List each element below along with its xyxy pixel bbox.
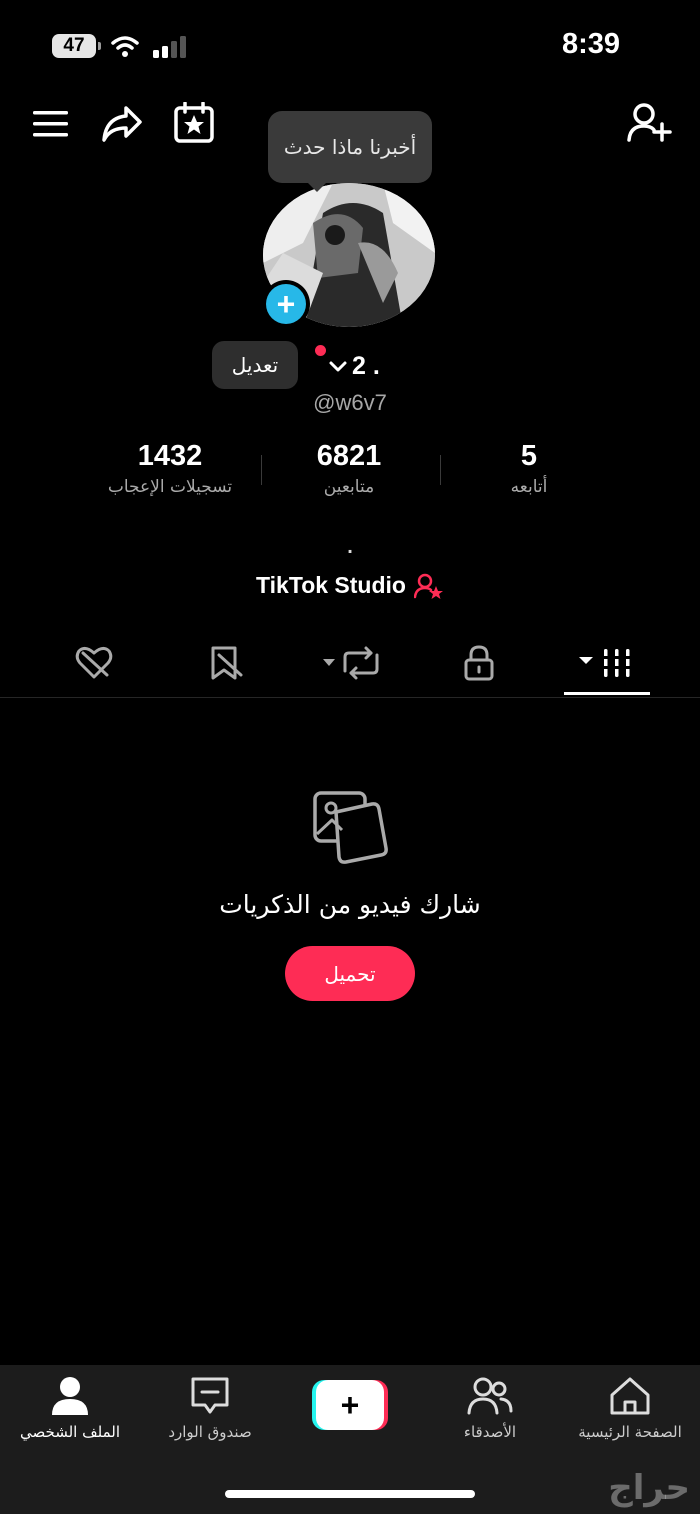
following-stat[interactable]: 5 أتابعه <box>439 440 619 497</box>
wifi-icon <box>111 36 139 57</box>
followers-count: 6821 <box>316 440 382 472</box>
repost-icon <box>323 646 379 680</box>
nav-home-label: الصفحة الرئيسية <box>578 1423 682 1441</box>
edit-profile-button[interactable]: تعديل <box>212 341 298 389</box>
likes-label: تسجيلات الإعجاب <box>107 477 233 497</box>
tiktok-studio-link[interactable]: TikTok Studio <box>240 572 460 599</box>
empty-state-title: شارك فيديو من الذكريات <box>219 890 481 919</box>
tab-private[interactable] <box>439 640 519 686</box>
nav-profile[interactable]: الملف الشخصي <box>0 1375 140 1441</box>
profile-name: . 2 <box>352 352 380 380</box>
following-label: أتابعه <box>510 477 548 497</box>
followers-label: متابعين <box>323 477 375 497</box>
following-count: 5 <box>520 440 538 472</box>
notification-dot <box>315 345 326 356</box>
upload-button[interactable]: تحميل <box>285 946 415 1001</box>
nav-inbox[interactable]: صندوق الوارد <box>140 1375 280 1441</box>
home-indicator <box>225 1490 475 1498</box>
chevron-down-icon <box>329 361 347 371</box>
profile-handle: @w6v7 <box>313 390 387 415</box>
friends-icon <box>467 1377 513 1415</box>
followers-stat[interactable]: 6821 متابعين <box>259 440 439 497</box>
tab-reposts[interactable] <box>312 640 392 686</box>
tiktok-studio-label: TikTok Studio <box>256 572 406 598</box>
create-plus-icon: + <box>316 1380 384 1430</box>
account-switcher[interactable]: . 2 <box>328 352 380 381</box>
create-button[interactable]: + <box>312 1380 388 1430</box>
creator-star-icon <box>413 573 443 599</box>
tab-favorites[interactable] <box>185 640 265 686</box>
nav-friends[interactable]: الأصدقاء <box>420 1375 560 1441</box>
cellular-signal-icon <box>153 36 186 58</box>
active-tab-indicator <box>564 692 650 695</box>
nav-profile-label: الملف الشخصي <box>20 1423 120 1441</box>
menu-icon[interactable] <box>32 108 70 140</box>
nav-home[interactable]: الصفحة الرئيسية <box>560 1375 700 1441</box>
home-icon <box>610 1377 650 1415</box>
grid-videos-icon <box>579 649 632 677</box>
status-time: 8:39 <box>561 28 620 60</box>
battery-indicator: 47 <box>52 34 101 58</box>
nav-friends-label: الأصدقاء <box>463 1423 517 1441</box>
liked-icon <box>75 646 113 679</box>
profile-icon <box>52 1377 88 1415</box>
photos-icon <box>313 791 388 864</box>
favorites-icon <box>211 646 243 680</box>
nav-inbox-label: صندوق الوارد <box>168 1423 252 1441</box>
tab-videos[interactable] <box>567 640 647 686</box>
feedback-tooltip[interactable]: أخبرنا ماذا حدث <box>268 111 432 192</box>
calendar-star-icon[interactable] <box>174 102 214 144</box>
add-avatar-button[interactable]: + <box>262 280 310 328</box>
share-icon[interactable] <box>100 104 144 144</box>
tabs-divider <box>0 697 700 698</box>
watermark-logo: حراج <box>608 1468 690 1508</box>
add-friend-icon[interactable] <box>626 102 672 144</box>
likes-stat[interactable]: 1432 تسجيلات الإعجاب <box>80 440 260 497</box>
plus-icon: + <box>266 284 306 324</box>
battery-level: 47 <box>63 35 85 56</box>
profile-bio: . <box>347 536 353 558</box>
lock-icon <box>464 645 494 681</box>
likes-count: 1432 <box>137 440 203 472</box>
inbox-icon <box>191 1377 229 1414</box>
tab-liked[interactable] <box>54 640 134 686</box>
